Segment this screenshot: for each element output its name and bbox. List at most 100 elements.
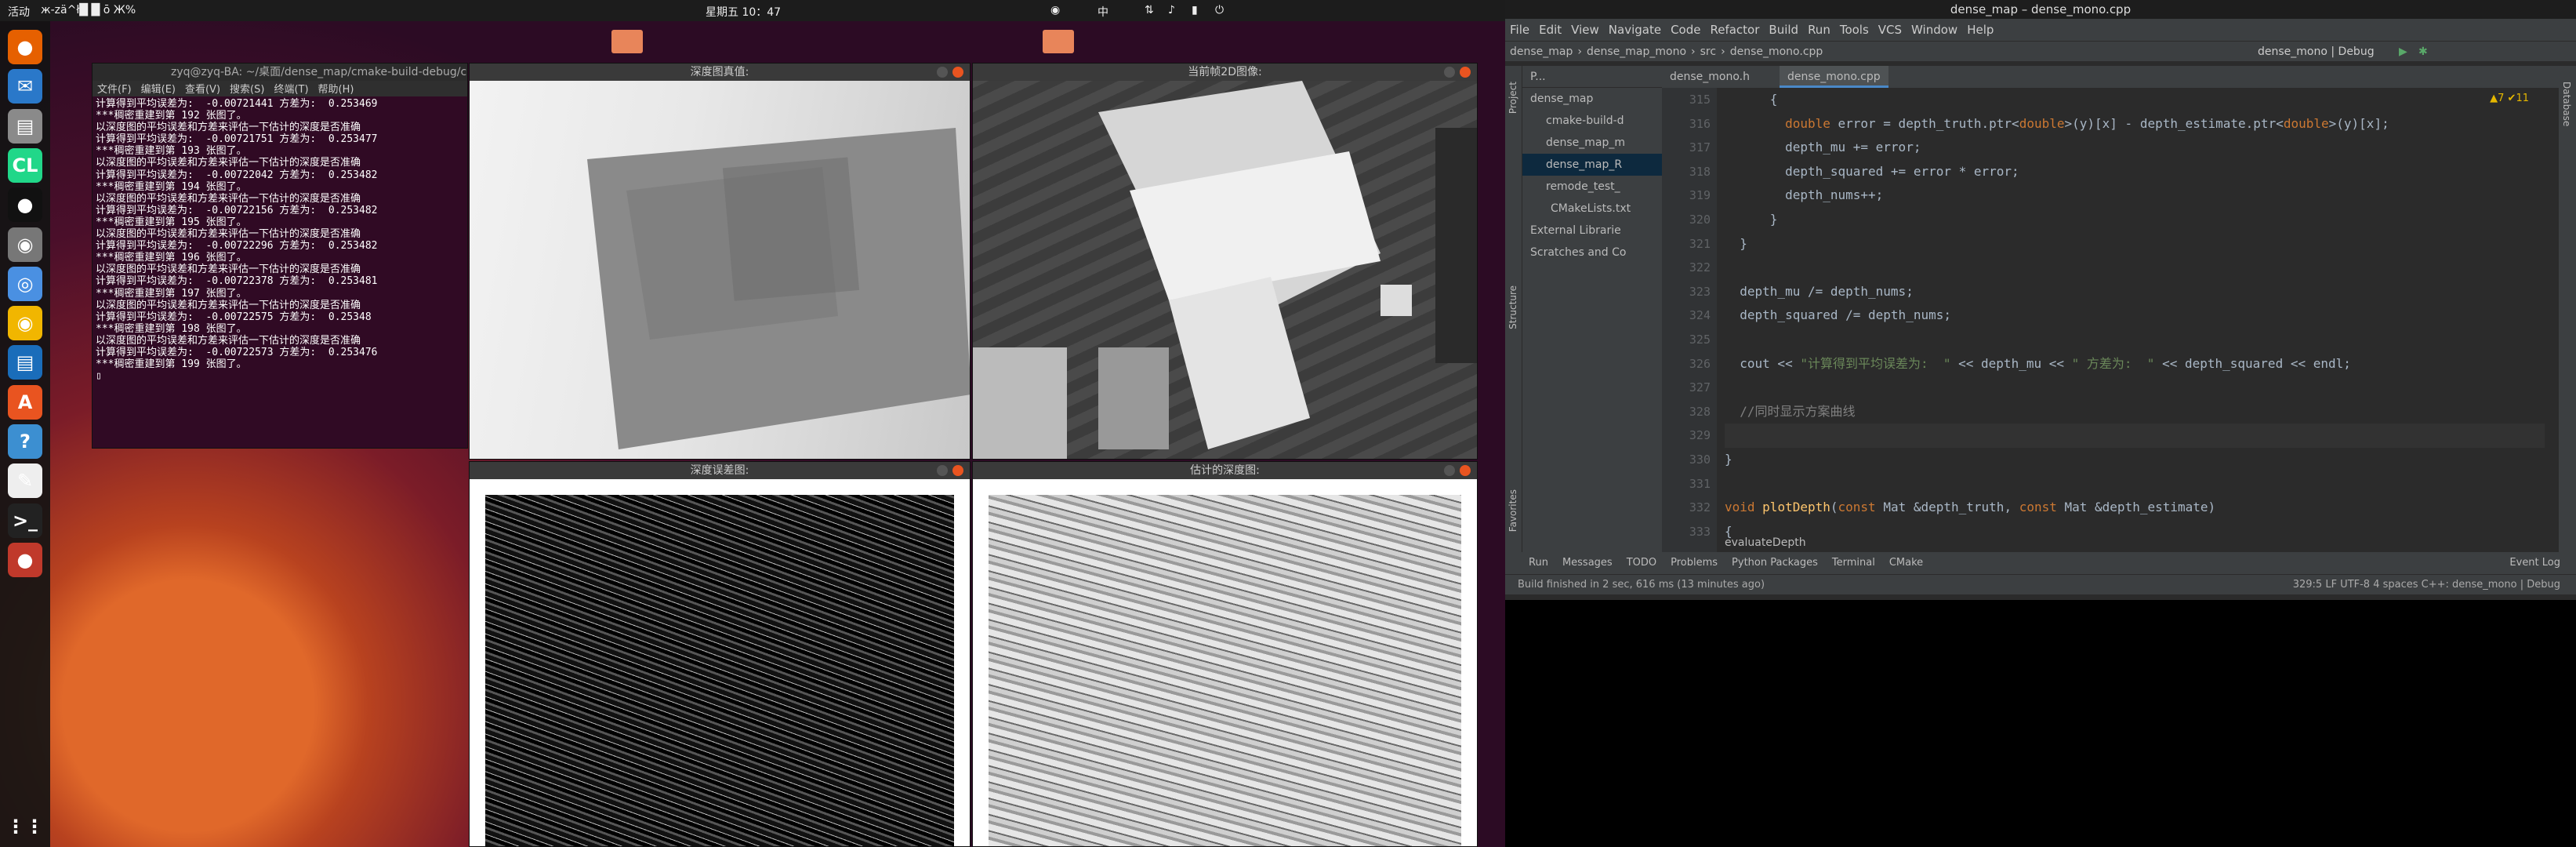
menu-window[interactable]: Window bbox=[1911, 23, 1957, 37]
desktop-folder-icon[interactable] bbox=[611, 30, 643, 53]
side-tab-favorites[interactable]: Favorites bbox=[1508, 489, 1518, 532]
status-right[interactable]: 329:5 LF UTF-8 4 spaces C++: dense_mono … bbox=[2293, 575, 2560, 595]
activities-button[interactable]: 活动 bbox=[8, 4, 30, 20]
screenshot-icon[interactable]: ● bbox=[8, 542, 42, 577]
function-breadcrumb[interactable]: evaluateDepth bbox=[1725, 536, 1806, 549]
breadcrumb-item[interactable]: dense_map_mono bbox=[1587, 45, 1686, 58]
menu-file[interactable]: File bbox=[1510, 23, 1529, 37]
project-item[interactable]: dense_map_R bbox=[1522, 154, 1662, 176]
line-number: 327 bbox=[1689, 380, 1711, 395]
depth-truth-window[interactable]: 深度图真值: bbox=[469, 63, 971, 460]
project-item[interactable]: dense_map_m bbox=[1522, 132, 1662, 154]
minimize-icon[interactable] bbox=[937, 465, 948, 476]
terminal-menu-item[interactable]: 查看(V) bbox=[185, 84, 220, 96]
breadcrumb-item[interactable]: dense_map bbox=[1510, 45, 1573, 58]
terminal-menu-item[interactable]: 帮助(H) bbox=[318, 84, 354, 96]
depth-error-window[interactable]: 深度误差图: bbox=[469, 461, 971, 847]
qq-icon[interactable]: ● bbox=[8, 187, 42, 223]
project-item[interactable]: CMakeLists.txt bbox=[1522, 198, 1662, 220]
bottom-tab-messages[interactable]: Messages bbox=[1562, 557, 1613, 569]
code-line: double error = depth_truth.ptr<double>(y… bbox=[1725, 112, 2545, 136]
project-item[interactable]: Scratches and Co bbox=[1522, 242, 1662, 264]
minimize-icon[interactable] bbox=[1444, 67, 1455, 78]
terminal-line: 以深度图的平均误差和方差来评估一下估计的深度是否准确 bbox=[96, 228, 361, 241]
breadcrumb-item[interactable]: src bbox=[1700, 45, 1716, 58]
lang-indicator[interactable]: 中 bbox=[1098, 4, 1108, 20]
text-editor-icon[interactable]: ✎ bbox=[8, 463, 42, 499]
menu-navigate[interactable]: Navigate bbox=[1609, 23, 1661, 37]
bottom-tab-problems[interactable]: Problems bbox=[1671, 557, 1718, 569]
rgb-frame-window[interactable]: 当前帧2D图像: bbox=[972, 63, 1478, 460]
editor-tab[interactable]: dense_mono.h bbox=[1662, 66, 1758, 88]
clion-icon[interactable]: CL bbox=[8, 147, 42, 183]
side-tab-project[interactable]: Project bbox=[1508, 82, 1518, 114]
menu-tools[interactable]: Tools bbox=[1840, 23, 1869, 37]
code-editor[interactable]: dense_mono.h dense_mono.cpp 315 316 317 318 3… bbox=[1662, 66, 2576, 552]
menu-help[interactable]: Help bbox=[1967, 23, 1994, 37]
power-icon[interactable]: ⏻ bbox=[1215, 4, 1224, 16]
menu-vcs[interactable]: VCS bbox=[1878, 23, 1902, 37]
terminal-icon[interactable]: >_ bbox=[8, 503, 42, 538]
code-line bbox=[1725, 424, 2545, 448]
run-icon[interactable]: ▶ bbox=[2399, 42, 2407, 62]
minimize-icon[interactable] bbox=[1444, 465, 1455, 476]
breadcrumb-item[interactable]: dense_mono.cpp bbox=[1730, 45, 1823, 58]
editor-tab[interactable]: dense_mono.cpp bbox=[1780, 66, 1888, 88]
terminal-menu-item[interactable]: 编辑(E) bbox=[141, 84, 176, 96]
terminal-menu-item[interactable]: 搜索(S) bbox=[230, 84, 264, 96]
baidu-disk-icon[interactable]: ◎ bbox=[8, 266, 42, 301]
menu-run[interactable]: Run bbox=[1808, 23, 1830, 37]
eye-icon[interactable]: ◉ bbox=[8, 227, 42, 262]
close-icon[interactable] bbox=[952, 465, 963, 476]
menu-refactor[interactable]: Refactor bbox=[1710, 23, 1759, 37]
bottom-tab-run[interactable]: Run bbox=[1529, 557, 1548, 569]
project-item[interactable]: dense_map bbox=[1522, 88, 1662, 110]
menu-view[interactable]: View bbox=[1571, 23, 1599, 37]
project-item[interactable]: cmake-build-d bbox=[1522, 110, 1662, 132]
close-icon[interactable] bbox=[1460, 465, 1471, 476]
accessibility-icon[interactable]: ◉ bbox=[1050, 4, 1060, 16]
thunderbird-icon[interactable]: ✉ bbox=[8, 69, 42, 104]
bottom-tab-cmake[interactable]: CMake bbox=[1889, 557, 1923, 569]
menu-build[interactable]: Build bbox=[1769, 23, 1798, 37]
software-icon[interactable]: A bbox=[8, 384, 42, 420]
estimated-depth-window[interactable]: 估计的深度图: bbox=[972, 461, 1478, 847]
code-area[interactable]: { double error = depth_truth.ptr<double>… bbox=[1725, 88, 2545, 552]
code-token: depth_nums++; bbox=[1725, 187, 1884, 203]
bottom-tab-python-packages[interactable]: Python Packages bbox=[1732, 557, 1818, 569]
project-item[interactable]: remode_test_ bbox=[1522, 176, 1662, 198]
side-tab-structure[interactable]: Structure bbox=[1508, 285, 1518, 329]
menu-edit[interactable]: Edit bbox=[1539, 23, 1562, 37]
project-pane-header[interactable]: P... bbox=[1522, 66, 1662, 88]
menu-code[interactable]: Code bbox=[1671, 23, 1700, 37]
side-tab-database[interactable]: Database bbox=[2561, 82, 2572, 126]
run-config-select[interactable]: dense_mono | Debug bbox=[2258, 42, 2375, 62]
volume-icon[interactable]: ♪ bbox=[1168, 4, 1175, 16]
bottom-tab-todo[interactable]: TODO bbox=[1627, 557, 1656, 569]
terminal-menu-item[interactable]: 文件(F) bbox=[97, 84, 132, 96]
project-item[interactable]: External Librarie bbox=[1522, 220, 1662, 242]
app-grid-icon[interactable]: ⋮⋮ bbox=[6, 809, 44, 844]
terminal-output[interactable]: 计算得到平均误差为: -0.00721441 方差为: 0.253469 ***稠… bbox=[93, 96, 467, 384]
clock[interactable]: 星期五 10：47 bbox=[706, 4, 781, 20]
active-app-menu[interactable]: ж-zä^ł█ █ ō Ж% bbox=[41, 4, 136, 16]
close-icon[interactable] bbox=[1460, 67, 1471, 78]
minimize-icon[interactable] bbox=[937, 67, 948, 78]
network-icon[interactable]: ⇅ bbox=[1145, 4, 1154, 16]
firefox-icon[interactable]: ● bbox=[8, 30, 42, 64]
debug-icon[interactable]: ✱ bbox=[2418, 42, 2428, 62]
terminal-window[interactable]: zyq@zyq-BA: ~/桌面/dense_map/cmake-build-d… bbox=[92, 63, 468, 449]
terminal-menu-item[interactable]: 终端(T) bbox=[274, 84, 308, 96]
desktop-folder-icon[interactable] bbox=[1043, 30, 1074, 53]
close-icon[interactable] bbox=[952, 67, 963, 78]
battery-icon[interactable]: ▮ bbox=[1192, 4, 1198, 16]
event-log-tab[interactable]: Event Log bbox=[2509, 552, 2560, 574]
inspection-widget[interactable]: ▲7 ✔11 bbox=[2490, 93, 2529, 104]
rhythmbox-icon[interactable]: ◉ bbox=[8, 306, 42, 341]
bottom-tab-terminal[interactable]: Terminal bbox=[1832, 557, 1875, 569]
writer-icon[interactable]: ▤ bbox=[8, 345, 42, 380]
files-icon[interactable]: ▤ bbox=[8, 108, 42, 144]
help-icon[interactable]: ? bbox=[8, 424, 42, 459]
